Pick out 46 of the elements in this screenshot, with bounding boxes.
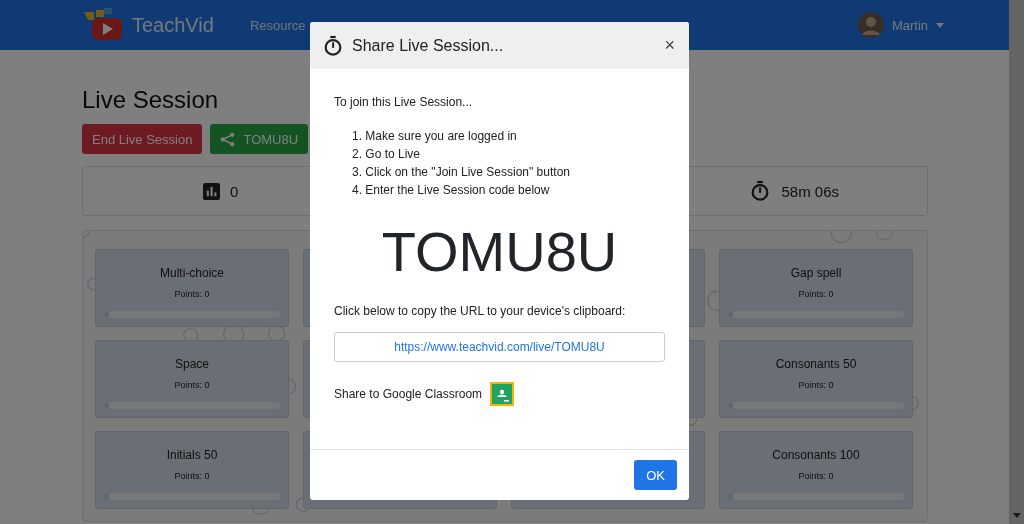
points-text: Points: 0 [798,380,834,390]
card-title: Gap spell [790,266,842,280]
points-text: Points: 0 [174,289,210,299]
activity-card[interactable]: Multi-choice Points: 0 [95,249,289,327]
step-text: 4. Enter the Live Session code below [352,183,551,197]
activity-card[interactable]: Consonants 50 Points: 0 [719,340,913,418]
avatar-icon [857,12,884,38]
card-title: Space [175,357,209,371]
card-title: Consonants 50 [775,357,857,371]
points-text: Points: 0 [174,471,210,481]
points-text: Points: 0 [798,289,834,299]
classroom-label: Share to Google Classroom [334,387,483,401]
session-code: TOMU8U [380,219,619,284]
page-title: Live Session [82,86,219,114]
share-button[interactable]: TOMU8U [210,124,309,154]
step-text: 1. Make sure you are logged in [352,129,518,143]
nav-link[interactable]: Resource [249,17,306,33]
card-title: Multi-choice [160,266,224,280]
activity-card[interactable]: Initials 50 Points: 0 [95,431,289,509]
card-title: Initials 50 [166,448,218,462]
url-button[interactable]: https://www.teachvid.com/live/TOMU8U [334,332,665,362]
scrollbar[interactable] [1009,0,1024,524]
copy-instructions: Click below to copy the URL to your device's clipboard: [334,304,627,318]
dialog-title: Share Live Session... [352,36,505,55]
activity-card[interactable]: Gap spell Points: 0 [719,249,913,327]
stat-value: 58m 06s [781,182,839,200]
classroom-icon[interactable] [490,382,515,406]
close-button[interactable]: × [662,35,677,56]
stat-value: 0 [230,182,239,200]
bar-chart-icon [203,182,220,200]
points-text: Points: 0 [798,471,834,481]
step-text: 3. Click on the "Join Live Session" button [352,165,571,179]
stopwatch-icon [322,34,344,57]
share-icon [220,131,236,147]
end-session-button[interactable]: End Live Session [82,124,203,154]
card-title: Consonants 100 [772,448,860,462]
activity-card[interactable]: Space Points: 0 [95,340,289,418]
intro-text: To join this Live Session... [334,95,474,109]
points-text: Points: 0 [174,380,210,390]
user-menu[interactable]: Martin [857,12,944,38]
ok-button[interactable]: OK [634,460,677,490]
brand-name[interactable]: TeachVid [132,13,214,37]
activity-card[interactable]: Consonants 100 Points: 0 [719,431,913,509]
step-text: 2. Go to Live [352,147,422,161]
scroll-down-icon[interactable] [1013,513,1021,518]
caret-icon [936,22,944,28]
